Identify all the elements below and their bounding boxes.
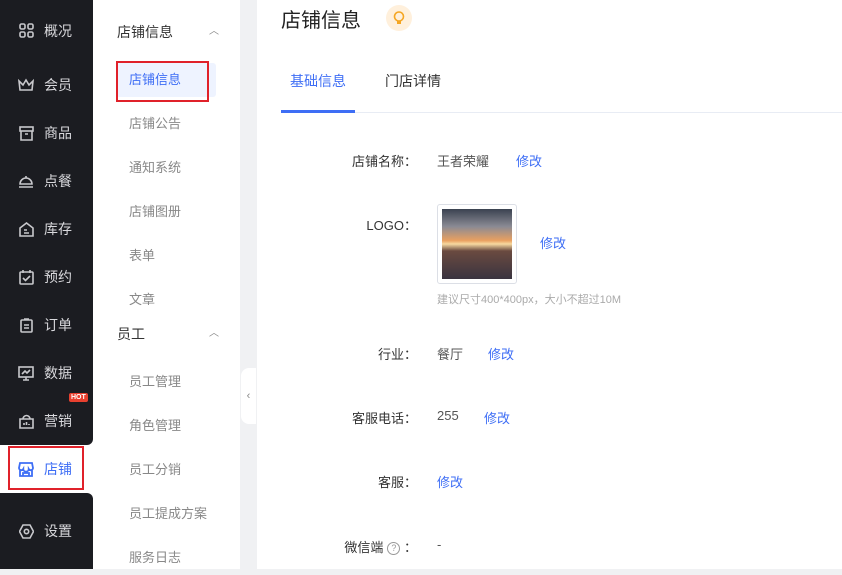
submenu-item[interactable]: 文章 — [116, 283, 216, 317]
industry-value: 餐厅 — [437, 347, 464, 362]
crown-icon — [18, 77, 34, 93]
main-content: 店铺信息 基础信息 门店详情 店铺名称： 王者荣耀 修改 LOGO： 修改 建议… — [257, 0, 842, 569]
cloche-icon — [18, 173, 34, 189]
hot-badge: HOT — [69, 393, 88, 402]
sidebar-item-label: 商品 — [44, 125, 72, 141]
sidebar-item-label: 预约 — [44, 269, 72, 285]
edit-phone-link[interactable]: 修改 — [484, 408, 510, 427]
edit-service-link[interactable]: 修改 — [437, 472, 463, 491]
edit-logo-link[interactable]: 修改 — [540, 233, 566, 252]
tab-store-details[interactable]: 门店详情 — [385, 55, 441, 113]
sidebar-item-1[interactable]: 会员 — [0, 61, 93, 109]
sidebar-item-2[interactable]: 商品 — [0, 109, 93, 157]
chevron-up-icon: ︿ — [209, 328, 219, 339]
settings-icon — [18, 523, 34, 539]
sidebar-item-label: 数据 — [44, 365, 72, 381]
chart-monitor-icon — [18, 365, 34, 381]
sidebar-item-0[interactable]: 概况 — [0, 0, 93, 61]
submenu-item[interactable]: 表单 — [116, 239, 216, 273]
service-label: 客服： — [377, 475, 417, 490]
phone-label: 客服电话： — [351, 411, 417, 426]
submenu-item[interactable]: 员工提成方案 — [116, 497, 216, 531]
sidebar-item-6[interactable]: 订单 — [0, 301, 93, 349]
industry-label: 行业： — [377, 347, 417, 362]
shop-bag-icon — [18, 413, 34, 429]
wechat-label-text: 微信端 — [344, 540, 384, 555]
sidebar-item-5[interactable]: 预约 — [0, 253, 93, 301]
sidebar-item-10[interactable]: 设置 — [0, 493, 93, 569]
sidebar-item-label: 营销 — [44, 413, 72, 429]
tab-bar: 基础信息 门店详情 — [281, 55, 842, 113]
calendar-check-icon — [18, 269, 34, 285]
logo-hint: 建议尺寸400*400px，大小不超过10M — [437, 294, 622, 306]
phone-value: 255 — [437, 408, 459, 423]
store-name-value: 王者荣耀 — [437, 154, 490, 169]
main-sidebar: 概况会员商品点餐库存预约订单数据营销 HOT 店铺设置 — [0, 0, 93, 569]
chevron-left-icon: ‹ — [246, 390, 251, 402]
help-icon[interactable]: ? — [387, 542, 401, 555]
tab-basic-info[interactable]: 基础信息 — [281, 55, 355, 113]
submenu-item[interactable]: 通知系统 — [116, 151, 216, 185]
submenu-item[interactable]: 角色管理 — [116, 409, 216, 443]
submenu-item[interactable]: 员工分销 — [116, 453, 216, 487]
lightbulb-icon[interactable] — [386, 5, 412, 31]
sidebar-item-label: 库存 — [44, 221, 72, 237]
page-title: 店铺信息 — [281, 10, 361, 32]
wechat-label: 微信端? ： — [344, 537, 417, 556]
sidebar-item-label: 订单 — [44, 317, 72, 333]
submenu-group-header[interactable]: 员工 ︿ — [117, 324, 219, 344]
sidebar-item-3[interactable]: 点餐 — [0, 157, 93, 205]
submenu-item[interactable]: 店铺信息 — [116, 63, 216, 97]
clipboard-icon — [18, 317, 34, 333]
sidebar-item-8[interactable]: 营销 HOT — [0, 393, 93, 445]
sidebar-item-7[interactable]: 数据 — [0, 349, 93, 397]
chevron-up-icon: ︿ — [209, 26, 219, 37]
submenu-item[interactable]: 店铺公告 — [116, 107, 216, 141]
edit-industry-link[interactable]: 修改 — [488, 344, 514, 363]
wechat-value: - — [437, 537, 442, 552]
sidebar-item-label: 店铺 — [44, 461, 72, 477]
submenu-item[interactable]: 服务日志 — [116, 541, 216, 575]
submenu-item[interactable]: 员工管理 — [116, 365, 216, 399]
store-icon — [18, 461, 34, 477]
wechat-colon: ： — [403, 540, 417, 555]
submenu-item[interactable]: 店铺图册 — [116, 195, 216, 229]
collapse-submenu-button[interactable]: ‹ — [241, 368, 256, 424]
warehouse-icon — [18, 221, 34, 237]
box-icon — [18, 125, 34, 141]
submenu-panel: 店铺信息 ︿ 店铺信息店铺公告通知系统店铺图册表单文章员工 ︿ 员工管理角色管理员工分销… — [93, 0, 240, 569]
sidebar-item-4[interactable]: 库存 — [0, 205, 93, 253]
sidebar-item-9[interactable]: 店铺 — [0, 445, 93, 493]
submenu-group-title: 员工 — [117, 326, 145, 342]
sidebar-item-label: 会员 — [44, 77, 72, 93]
edit-store-name-link[interactable]: 修改 — [516, 151, 542, 170]
submenu-group-header[interactable]: 店铺信息 ︿ — [117, 22, 219, 42]
logo-image[interactable] — [437, 204, 517, 284]
logo-label: LOGO： — [366, 218, 417, 233]
grid-icon — [18, 23, 34, 39]
sidebar-item-label: 点餐 — [44, 173, 72, 189]
sidebar-item-label: 概况 — [44, 22, 72, 39]
submenu-group-title: 店铺信息 — [117, 24, 173, 40]
store-name-label: 店铺名称： — [351, 154, 417, 169]
sidebar-item-label: 设置 — [44, 523, 72, 539]
